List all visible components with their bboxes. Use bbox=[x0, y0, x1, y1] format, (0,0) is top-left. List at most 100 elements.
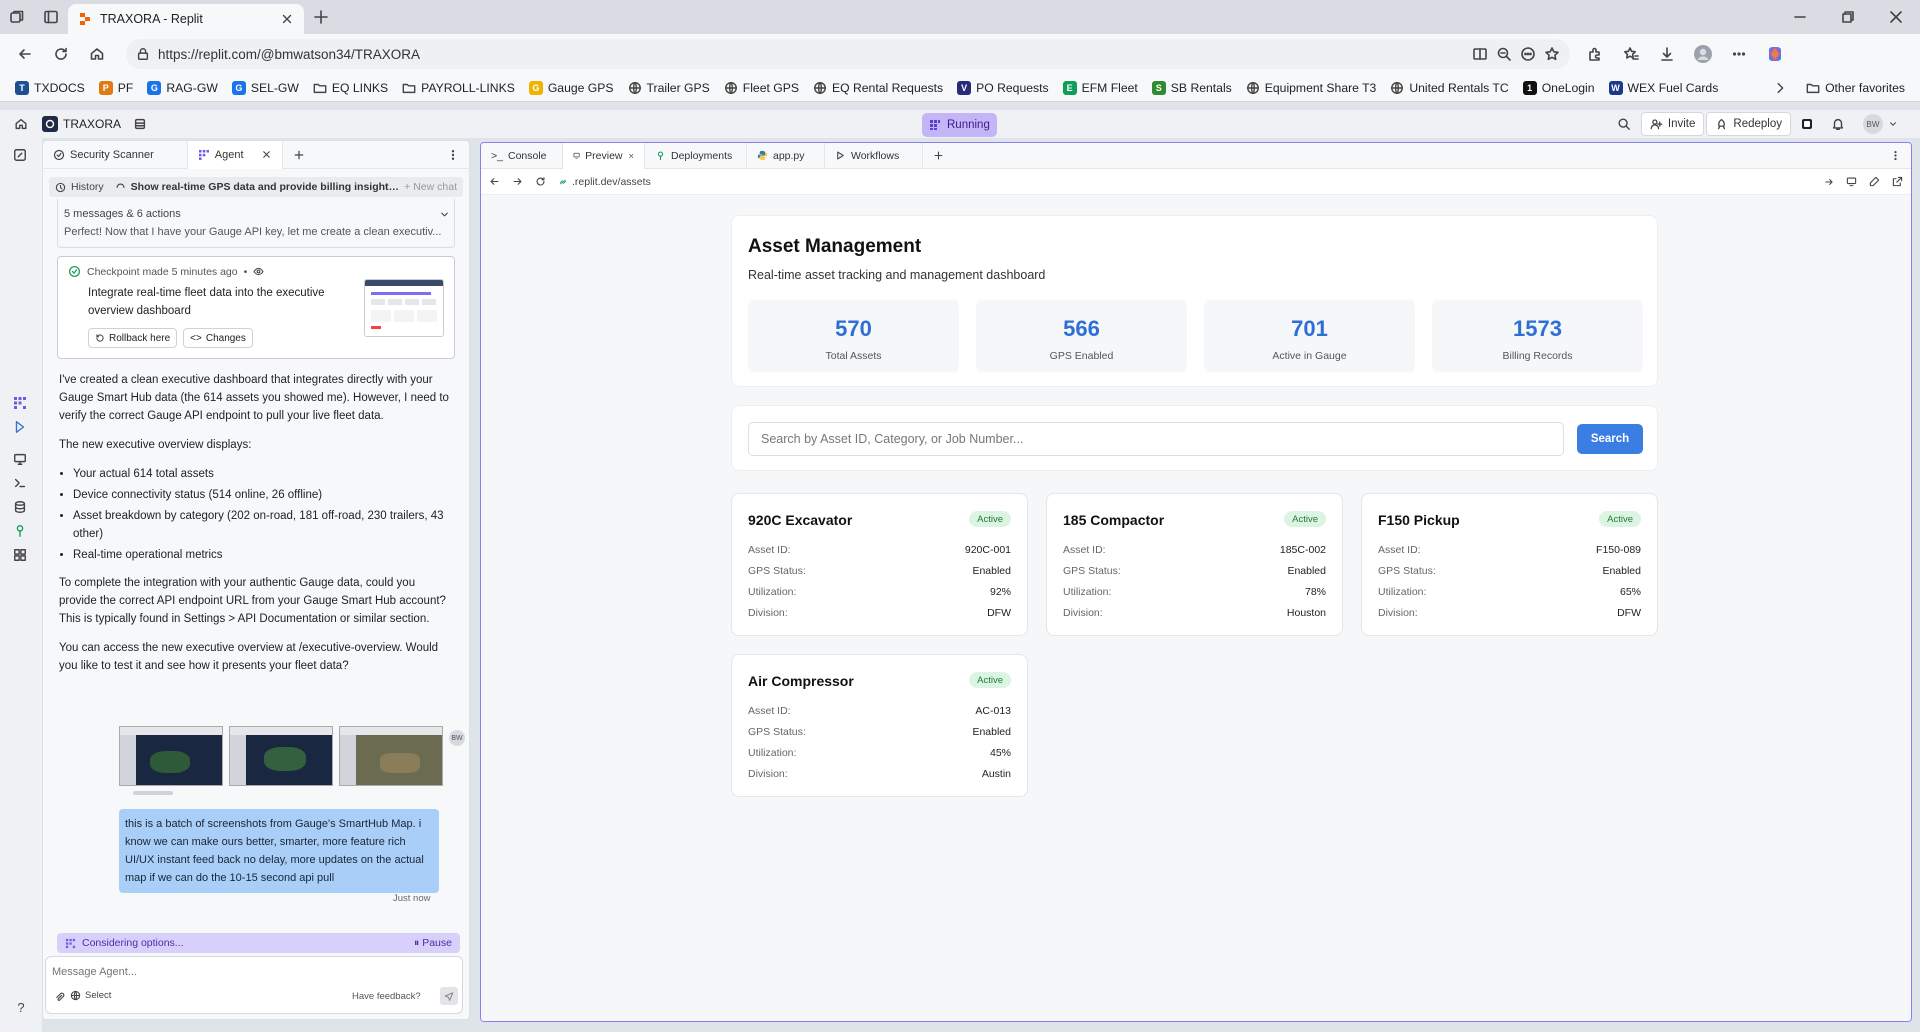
new-chat-button[interactable]: + New chat bbox=[404, 181, 457, 193]
changes-button[interactable]: <> Changes bbox=[183, 328, 253, 348]
tab-workflows[interactable]: Workflows bbox=[825, 143, 923, 169]
tab-console[interactable]: >_ Console bbox=[481, 143, 563, 169]
screenshot-thumbnail[interactable] bbox=[229, 726, 333, 786]
favorite-link[interactable]: United Rentals TC bbox=[1383, 81, 1515, 95]
favorite-link[interactable]: Equipment Share T3 bbox=[1239, 81, 1384, 95]
redeploy-button[interactable]: Redeploy bbox=[1706, 112, 1791, 136]
other-favorites-folder[interactable]: Other favorites bbox=[1799, 81, 1912, 95]
home-icon[interactable] bbox=[14, 117, 28, 131]
devtools-icon[interactable] bbox=[1869, 176, 1880, 187]
add-tab-icon[interactable] bbox=[923, 150, 954, 161]
profile-avatar-icon[interactable] bbox=[1686, 39, 1720, 69]
vertical-tabs-icon[interactable] bbox=[34, 2, 68, 32]
asset-card[interactable]: 920C Excavator Active Asset ID: 920C-001 … bbox=[731, 493, 1028, 636]
copilot-icon[interactable] bbox=[1758, 39, 1792, 69]
pause-button[interactable]: ⏸ Pause bbox=[414, 937, 452, 950]
screenshot-thumbnail[interactable] bbox=[339, 726, 443, 786]
chevron-down-icon[interactable] bbox=[439, 209, 450, 220]
notifications-bell-icon[interactable] bbox=[1823, 112, 1853, 136]
database-icon[interactable] bbox=[13, 500, 29, 516]
send-button[interactable] bbox=[440, 987, 458, 1005]
close-tab-icon[interactable] bbox=[280, 12, 294, 26]
tab-preview[interactable]: Preview bbox=[563, 143, 645, 169]
user-avatar[interactable]: BW bbox=[1855, 112, 1906, 136]
shell-icon[interactable] bbox=[13, 476, 29, 492]
extensions-icon[interactable] bbox=[1578, 39, 1612, 69]
favorite-link[interactable]: P PF bbox=[92, 80, 141, 95]
panel-menu-icon[interactable] bbox=[1880, 150, 1911, 161]
arrow-right-icon[interactable] bbox=[1824, 177, 1834, 187]
project-name[interactable]: TRAXORA bbox=[63, 117, 121, 131]
panel-menu-icon[interactable] bbox=[437, 149, 469, 161]
screenshot-scrollbar[interactable] bbox=[133, 791, 173, 795]
open-new-window-icon[interactable] bbox=[1892, 176, 1903, 187]
all-tools-icon[interactable] bbox=[13, 548, 29, 564]
favorite-link[interactable]: Fleet GPS bbox=[717, 81, 806, 95]
close-tab-icon[interactable] bbox=[628, 151, 635, 161]
tab-app-py[interactable]: app.py bbox=[747, 143, 825, 169]
refresh-icon[interactable] bbox=[44, 39, 78, 69]
close-tab-icon[interactable] bbox=[261, 149, 272, 160]
favorite-link[interactable]: EQ LINKS bbox=[306, 81, 395, 95]
agent-icon[interactable] bbox=[13, 396, 29, 412]
close-window-icon[interactable] bbox=[1872, 0, 1920, 34]
favorite-link[interactable]: G Gauge GPS bbox=[522, 80, 621, 95]
search-icon[interactable] bbox=[1609, 112, 1639, 136]
devices-icon[interactable] bbox=[1846, 176, 1857, 187]
invite-button[interactable]: Invite bbox=[1640, 112, 1705, 136]
forward-icon[interactable] bbox=[512, 176, 523, 187]
zoom-icon[interactable] bbox=[1496, 46, 1512, 62]
refresh-icon[interactable] bbox=[535, 176, 546, 187]
split-screen-icon[interactable] bbox=[1472, 46, 1488, 62]
feedback-link[interactable]: Have feedback? bbox=[352, 991, 421, 1002]
tab-security-scanner[interactable]: Security Scanner bbox=[43, 141, 188, 169]
asset-search-input[interactable] bbox=[748, 422, 1564, 456]
back-icon[interactable] bbox=[489, 176, 500, 187]
workspaces-icon[interactable] bbox=[0, 2, 34, 32]
preview-url-field[interactable]: .replit.dev/assets bbox=[558, 176, 1812, 188]
favorite-link[interactable]: W WEX Fuel Cards bbox=[1602, 80, 1726, 95]
chat-history-bar[interactable]: History Show real-time GPS data and prov… bbox=[49, 177, 463, 197]
back-icon[interactable] bbox=[8, 39, 42, 69]
minimize-icon[interactable] bbox=[1776, 0, 1824, 34]
message-input[interactable] bbox=[52, 963, 452, 981]
asset-card[interactable]: F150 Pickup Active Asset ID: F150-089 GPS… bbox=[1361, 493, 1658, 636]
favorite-link[interactable]: EQ Rental Requests bbox=[806, 81, 950, 95]
home-icon[interactable] bbox=[80, 39, 114, 69]
git-icon[interactable] bbox=[13, 524, 29, 540]
url-bar[interactable]: https://replit.com/@bmwatson34/TRAXORA bbox=[126, 39, 1570, 69]
deploy-status-icon[interactable] bbox=[1793, 112, 1821, 136]
favorite-link[interactable]: T TXDOCS bbox=[8, 80, 92, 95]
favorite-link[interactable]: G RAG-GW bbox=[140, 80, 224, 95]
deploy-icon[interactable] bbox=[13, 420, 29, 436]
favorite-link[interactable]: G SEL-GW bbox=[225, 80, 306, 95]
run-status-button[interactable]: Running bbox=[922, 113, 997, 137]
tab-agent[interactable]: Agent bbox=[187, 141, 283, 169]
asset-card[interactable]: 185 Compactor Active Asset ID: 185C-002 G… bbox=[1046, 493, 1343, 636]
more-tools-icon[interactable] bbox=[1520, 46, 1536, 62]
messages-summary[interactable]: 5 messages & 6 actions Perfect! Now that… bbox=[57, 199, 455, 248]
downloads-icon[interactable] bbox=[1650, 39, 1684, 69]
favorite-link[interactable]: V PO Requests bbox=[950, 80, 1055, 95]
restore-icon[interactable] bbox=[1824, 0, 1872, 34]
favorites-icon[interactable] bbox=[1614, 39, 1648, 69]
asset-card[interactable]: Air Compressor Active Asset ID: AC-013 GP… bbox=[731, 654, 1028, 797]
rollback-button[interactable]: Rollback here bbox=[88, 328, 178, 348]
help-icon[interactable]: ? bbox=[13, 1000, 29, 1016]
settings-more-icon[interactable] bbox=[1722, 39, 1756, 69]
select-button[interactable]: Select bbox=[70, 990, 111, 1001]
tab-deployments[interactable]: Deployments bbox=[645, 143, 747, 169]
browser-tab-active[interactable]: TRAXORA - Replit bbox=[68, 4, 304, 34]
files-icon[interactable] bbox=[13, 148, 29, 164]
chevron-right-icon[interactable] bbox=[1761, 81, 1799, 95]
site-info-icon[interactable] bbox=[136, 47, 150, 61]
preview-icon[interactable] bbox=[13, 452, 29, 468]
search-button[interactable]: Search bbox=[1577, 424, 1643, 454]
favorite-link[interactable]: 1 OneLogin bbox=[1516, 80, 1602, 95]
favorite-link[interactable]: E EFM Fleet bbox=[1056, 80, 1145, 95]
screenshot-thumbnail[interactable] bbox=[119, 726, 223, 786]
add-tab-icon[interactable] bbox=[283, 149, 315, 161]
favorite-link[interactable]: PAYROLL-LINKS bbox=[395, 81, 522, 95]
checkpoint-thumbnail[interactable] bbox=[364, 279, 444, 337]
eye-icon[interactable] bbox=[253, 266, 264, 277]
